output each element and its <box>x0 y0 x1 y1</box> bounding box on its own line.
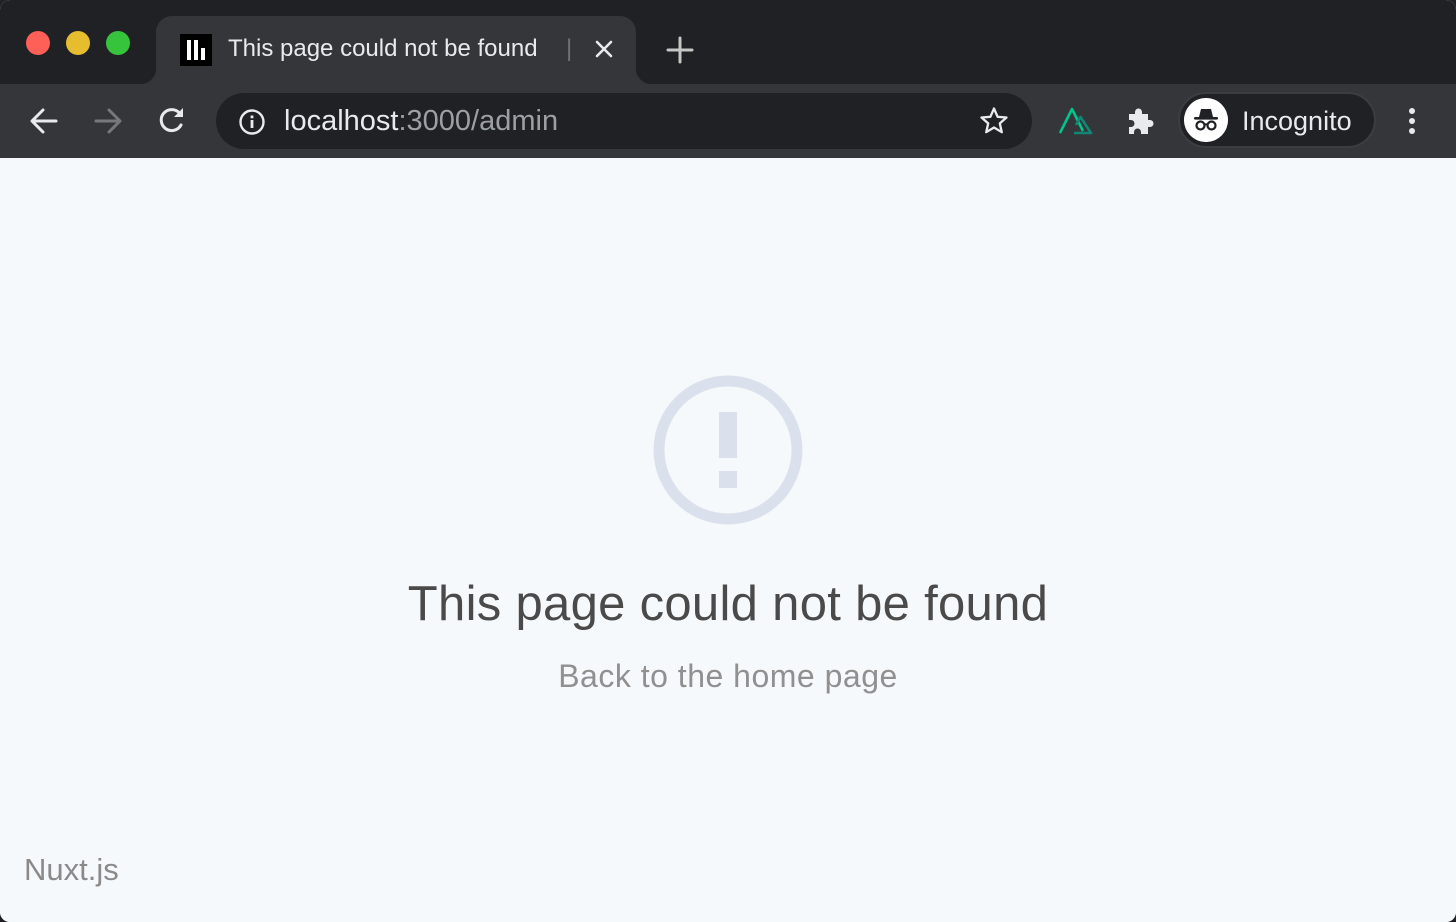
browser-toolbar: localhost:3000/admin Incognito <box>0 84 1456 158</box>
back-to-home-link[interactable]: Back to the home page <box>558 658 898 694</box>
minimize-window-button[interactable] <box>66 31 90 55</box>
extensions-puzzle-icon[interactable] <box>1122 103 1158 139</box>
active-tab[interactable]: This page could not be found | <box>140 16 652 84</box>
incognito-icon <box>1184 98 1228 142</box>
nuxt-favicon-icon <box>180 34 212 66</box>
maximize-window-button[interactable] <box>106 31 130 55</box>
close-tab-icon[interactable] <box>592 37 616 61</box>
url-path: :3000/admin <box>398 105 559 137</box>
bookmark-star-icon[interactable] <box>978 105 1010 137</box>
incognito-profile-button[interactable]: Incognito <box>1178 92 1376 148</box>
address-bar[interactable]: localhost:3000/admin <box>216 93 1032 149</box>
tab-title-separator: | <box>566 35 573 62</box>
tab-strip: This page could not be found | <box>0 0 1456 84</box>
back-arrow-icon[interactable] <box>26 103 62 139</box>
site-info-icon[interactable] <box>238 108 266 136</box>
forward-arrow-icon[interactable] <box>90 103 126 139</box>
close-window-button[interactable] <box>26 31 50 55</box>
profile-label: Incognito <box>1242 106 1352 136</box>
reload-icon[interactable] <box>154 103 190 139</box>
url-host: localhost <box>284 105 399 137</box>
browser-window: This page could not be found | localhost… <box>0 0 1456 922</box>
more-menu-icon[interactable] <box>1396 103 1428 139</box>
alert-circle-icon <box>653 375 803 525</box>
tab-title: This page could not be found <box>228 35 538 62</box>
url-text: localhost:3000/admin <box>284 105 558 138</box>
page-content: This page could not be found Back to the… <box>0 158 1456 922</box>
nuxt-extension-icon[interactable] <box>1058 104 1094 136</box>
nuxt-brand-label[interactable]: Nuxt.js <box>24 852 119 888</box>
new-tab-icon[interactable] <box>664 34 696 66</box>
page-title: This page could not be found <box>407 577 1049 631</box>
home-link-wrapper: Back to the home page <box>0 658 1456 695</box>
